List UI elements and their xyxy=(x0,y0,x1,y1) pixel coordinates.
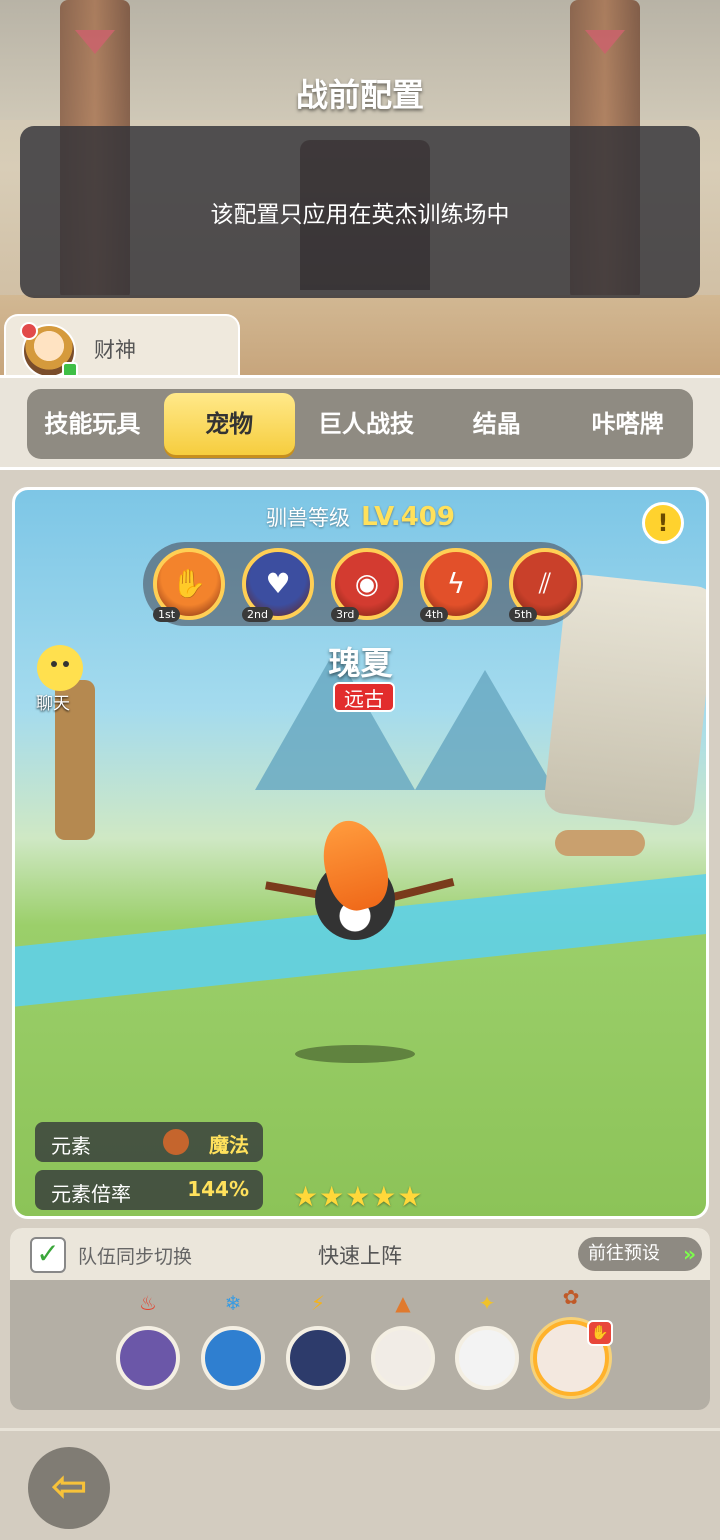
user-name: 财神 xyxy=(94,338,136,362)
claw-icon[interactable]: ⫽ 5th xyxy=(509,548,581,622)
pet-model[interactable] xyxy=(265,813,455,950)
skill-order: 4th xyxy=(420,607,449,622)
tabs-bar: 技能玩具 宠物 巨人战技 结晶 咔嗒牌 xyxy=(27,389,693,459)
team-panel: ✓ 队伍同步切换 快速上阵 前往预设 » ♨ ❄ ⚡ ▲ ✦ ✿ ✋ xyxy=(10,1228,710,1410)
lightning-icon: ⚡ xyxy=(310,1291,326,1315)
bottom-bar: ⇦ xyxy=(0,1428,720,1540)
tab-skill-toys[interactable]: 技能玩具 xyxy=(27,393,158,455)
skill-order: 3rd xyxy=(331,607,360,622)
light-icon: ✦ xyxy=(478,1291,496,1315)
tamer-level-label: 驯兽等级 xyxy=(265,506,350,530)
skill-bar: ✋ 1st ♥ 2nd ◉ 3rd ϟ 4th ⫽ 5th xyxy=(143,542,583,626)
skill-order: 1st xyxy=(153,607,181,622)
element-rate-row: 元素倍率 144% xyxy=(35,1170,263,1210)
tabs-strip: 技能玩具 宠物 巨人战技 结晶 咔嗒牌 xyxy=(0,375,720,470)
tab-click-cards[interactable]: 咔嗒牌 xyxy=(562,393,693,455)
back-arrow-icon[interactable]: ⇦ xyxy=(28,1447,110,1529)
swirl-eye-icon[interactable]: ◉ 3rd xyxy=(331,548,403,622)
team-slot-4[interactable] xyxy=(371,1326,435,1390)
element-label: 元素 xyxy=(51,1134,91,1158)
element-rate-value: 144% xyxy=(187,1177,249,1201)
heart-shield-icon[interactable]: ♥ 2nd xyxy=(242,548,314,622)
paw-icon[interactable]: ✋ 1st xyxy=(153,548,225,622)
tab-giant-skills[interactable]: 巨人战技 xyxy=(301,393,432,455)
team-slot-3[interactable] xyxy=(286,1326,350,1390)
pet-name: 瑰夏 xyxy=(328,644,393,682)
skill-order: 5th xyxy=(509,607,538,622)
fire-icon: ♨ xyxy=(139,1291,157,1315)
earth-icon: ▲ xyxy=(395,1291,411,1315)
chat-label: 聊天 xyxy=(36,694,70,714)
page-title: 战前配置 xyxy=(295,76,424,114)
element-row: 元素 魔法 xyxy=(35,1122,263,1162)
go-to-preset-button[interactable]: 前往预设 » xyxy=(578,1237,702,1271)
check-badge-icon xyxy=(20,322,38,340)
tamer-level: 驯兽等级 LV.409 xyxy=(15,502,706,532)
magic-icon: ✿ xyxy=(562,1285,580,1309)
avatar xyxy=(20,322,78,378)
chat-button[interactable]: 聊天 xyxy=(23,645,83,714)
element-rate-label: 元素倍率 xyxy=(51,1182,131,1206)
double-chevron-right-icon: » xyxy=(683,1242,696,1266)
notice-panel: 该配置只应用在英杰训练场中 xyxy=(20,126,700,298)
paw-icon: ✋ xyxy=(587,1320,613,1346)
lightning-slash-icon[interactable]: ϟ 4th xyxy=(420,548,492,622)
pet-shadow xyxy=(295,1045,415,1063)
team-slot-1[interactable] xyxy=(116,1326,180,1390)
star-rating: ★★★★★ xyxy=(293,1180,424,1213)
mountain xyxy=(415,670,555,790)
preset-label: 前往预设 xyxy=(588,1243,660,1264)
user-profile-tab[interactable]: 财神 xyxy=(4,314,240,380)
tamer-level-value: LV.409 xyxy=(361,502,455,532)
tab-pets[interactable]: 宠物 xyxy=(163,393,295,455)
tab-crystals[interactable]: 结晶 xyxy=(431,393,562,455)
skill-order: 2nd xyxy=(242,607,273,622)
team-slot-6-selected[interactable]: ✋ xyxy=(533,1320,613,1396)
magic-element-icon xyxy=(163,1129,189,1155)
notice-text: 该配置只应用在英杰训练场中 xyxy=(210,202,510,228)
team-slot-5[interactable] xyxy=(455,1326,519,1390)
exclamation-icon[interactable]: ! xyxy=(642,502,684,544)
stone-dumbbell xyxy=(555,830,645,856)
team-slot-2[interactable] xyxy=(201,1326,265,1390)
element-value: 魔法 xyxy=(209,1133,249,1157)
rarity-badge: 远古 xyxy=(333,682,395,712)
pet-scene: 驯兽等级 LV.409 ! ✋ 1st ♥ 2nd ◉ 3rd ϟ 4th ⫽ … xyxy=(12,487,709,1219)
team-header: ✓ 队伍同步切换 快速上阵 前往预设 » xyxy=(10,1228,710,1280)
snowflake-icon: ❄ xyxy=(224,1291,242,1315)
smiley-icon xyxy=(37,645,83,691)
